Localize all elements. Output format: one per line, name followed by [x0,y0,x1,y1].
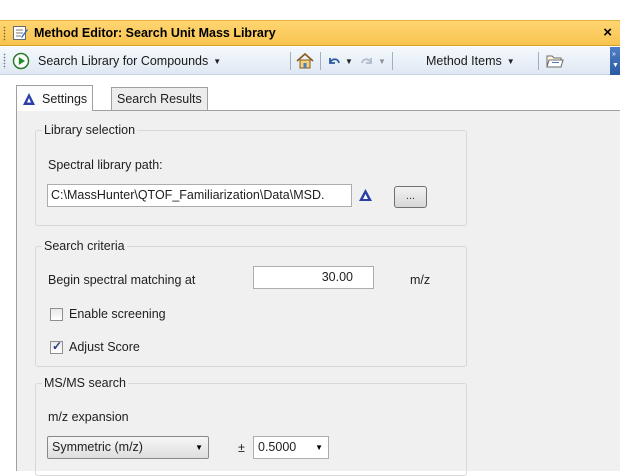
home-button[interactable] [295,50,315,72]
search-criteria-legend: Search criteria [44,239,125,253]
spectral-library-path-input[interactable]: C:\MassHunter\QTOF_Familiarization\Data\… [47,184,352,207]
toolbar-separator [320,52,321,70]
tab-search-results[interactable]: Search Results [111,87,208,110]
begin-spectral-matching-input[interactable]: 30.00 [253,266,374,289]
adjust-score-checkbox[interactable]: ✓ [50,339,63,354]
toolbar: Search Library for Compounds ▼ ▼ ▼ Metho… [0,47,620,75]
open-folder-icon [546,55,564,68]
msms-search-group: MS/MS search [35,376,467,476]
tab-search-results-label: Search Results [117,92,202,106]
plus-minus-symbol: ± [238,441,245,455]
run-dropdown-arrow-icon[interactable]: ▼ [213,57,221,66]
run-search-label: Search Library for Compounds [38,54,209,68]
chevron-down-icon: ▼ [315,443,323,452]
tab-settings-label: Settings [42,91,88,106]
toolbar-overflow-button[interactable]: » ▼ [610,47,620,75]
method-editor-window: Method Editor: Search Unit Mass Library … [0,0,620,476]
method-editor-icon [13,26,28,40]
enable-screening-checkbox[interactable] [50,308,63,321]
mz-expansion-value: 0.5000 [258,440,297,454]
run-search-button[interactable]: Search Library for Compounds ▼ [12,50,221,72]
method-items-menu[interactable]: Method Items ▼ [426,50,515,72]
undo-icon [329,58,340,64]
title-bar[interactable]: Method Editor: Search Unit Mass Library … [0,20,620,46]
undo-dropdown-arrow-icon[interactable]: ▼ [345,57,353,66]
begin-spectral-matching-unit: m/z [410,273,431,287]
toolbar-grip-icon[interactable] [3,53,6,69]
open-button[interactable] [545,50,565,72]
method-items-dropdown-arrow-icon[interactable]: ▼ [507,57,515,66]
settings-panel: Library selection Spectral library path:… [16,110,620,476]
title-grip-icon[interactable] [3,26,6,41]
window-title: Method Editor: Search Unit Mass Library [34,26,276,40]
mz-expansion-mode-value: Symmetric (m/z) [52,440,143,454]
mz-expansion-label: m/z expansion [48,410,129,424]
redo-button[interactable]: ▼ [359,50,386,72]
toolbar-separator [290,52,291,70]
mz-expansion-mode-select[interactable]: Symmetric (m/z) ▼ [47,436,209,459]
close-icon[interactable]: × [603,24,612,42]
redo-icon [361,58,372,64]
toolbar-separator [538,52,539,70]
library-path-info-icon[interactable] [358,188,373,202]
begin-spectral-matching-label: Begin spectral matching at [48,273,196,287]
home-icon [296,52,314,69]
adjust-score-label: Adjust Score [69,340,140,354]
redo-dropdown-arrow-icon[interactable]: ▼ [378,57,386,66]
settings-tab-icon [23,92,35,105]
chevron-down-icon: ▼ [195,443,203,452]
browse-library-button[interactable]: ... [394,186,427,208]
checkmark-icon: ✓ [52,339,63,353]
library-selection-legend: Library selection [44,123,136,137]
run-icon [12,52,30,70]
enable-screening-label: Enable screening [69,307,166,321]
undo-button[interactable]: ▼ [326,50,353,72]
method-items-label: Method Items [426,54,502,68]
mz-expansion-value-select[interactable]: 0.5000 ▼ [253,436,329,459]
library-selection-group: Library selection [35,123,467,226]
tab-strip: Settings Search Results [0,76,620,111]
msms-search-legend: MS/MS search [44,376,126,390]
spectral-library-path-label: Spectral library path: [48,158,163,172]
toolbar-separator [392,52,393,70]
tab-settings[interactable]: Settings [16,85,94,111]
